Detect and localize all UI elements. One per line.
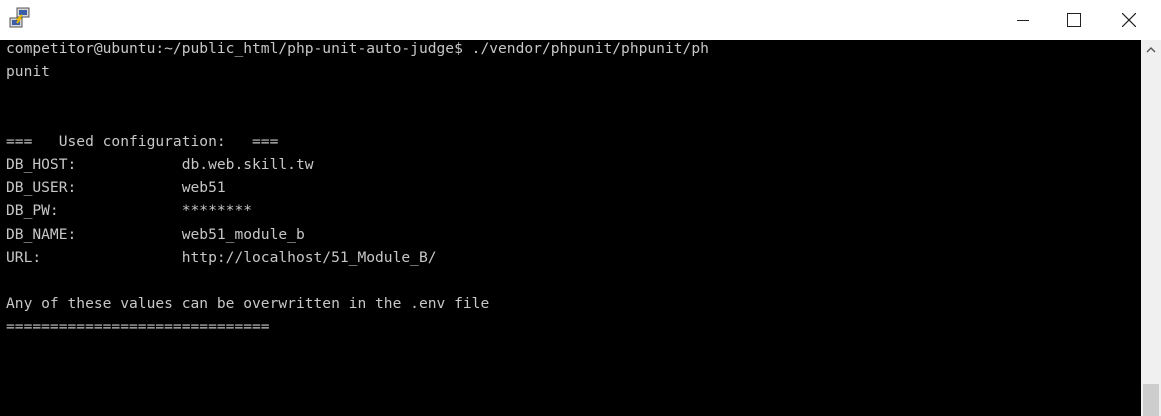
scroll-up-arrow-icon bbox=[1146, 46, 1156, 52]
scroll-up-button[interactable] bbox=[1141, 42, 1161, 56]
close-icon bbox=[1122, 13, 1136, 27]
terminal-window: competitor@ubuntu:~/public_html/php-unit… bbox=[0, 0, 1161, 416]
terminal-line: Any of these values can be overwritten i… bbox=[6, 295, 490, 313]
terminal-line: DB_PW: ******** bbox=[6, 202, 253, 220]
close-button[interactable] bbox=[1106, 0, 1152, 40]
putty-icon[interactable] bbox=[8, 6, 32, 30]
terminal-line: URL: http://localhost/51_Module_B/ bbox=[6, 248, 437, 266]
terminal-line: DB_NAME: web51_module_b bbox=[6, 225, 305, 243]
minimize-button[interactable] bbox=[1000, 0, 1046, 40]
maximize-icon bbox=[1067, 13, 1081, 27]
terminal-line: competitor@ubuntu:~/public_html/php-unit… bbox=[6, 40, 709, 57]
minimize-icon bbox=[1017, 20, 1029, 21]
terminal-line: ============================== bbox=[6, 318, 270, 336]
terminal-line: punit bbox=[6, 63, 50, 81]
vertical-scrollbar[interactable] bbox=[1141, 40, 1161, 416]
terminal-lines: competitor@ubuntu:~/public_html/php-unit… bbox=[0, 40, 1141, 341]
terminal-line: DB_HOST: db.web.skill.tw bbox=[6, 155, 314, 173]
title-bar[interactable] bbox=[0, 0, 1161, 40]
terminal-line: DB_USER: web51 bbox=[6, 179, 226, 197]
terminal-output[interactable]: competitor@ubuntu:~/public_html/php-unit… bbox=[0, 40, 1141, 416]
scroll-thumb[interactable] bbox=[1143, 384, 1159, 416]
terminal-line: === Used configuration: === bbox=[6, 132, 279, 150]
maximize-button[interactable] bbox=[1051, 0, 1097, 40]
